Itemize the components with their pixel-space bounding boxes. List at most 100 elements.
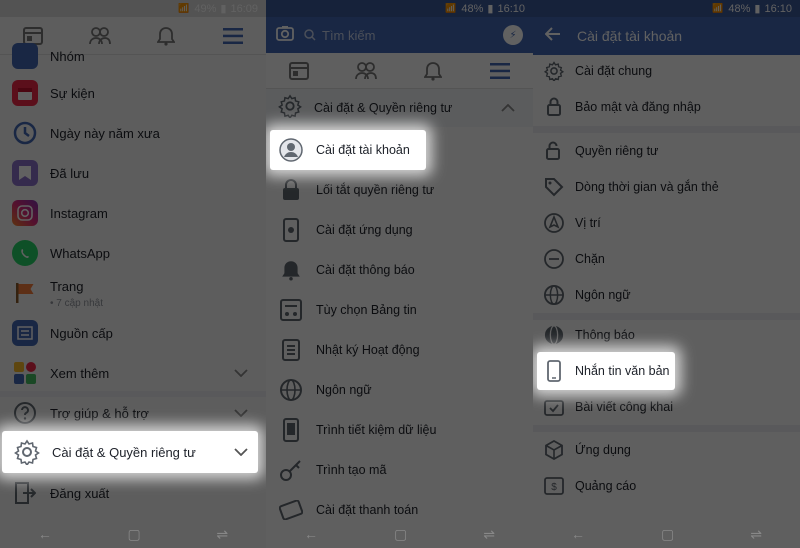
settings-item-code-generator[interactable]: Trình tạo mã — [266, 450, 533, 490]
account-item-privacy[interactable]: Quyền riêng tư — [533, 133, 800, 169]
settings-item-privacy-shortcuts[interactable]: Lối tắt quyền riêng tư — [266, 170, 533, 210]
app-bar: Cài đặt tài khoản — [533, 17, 800, 55]
activity-log-icon — [278, 337, 304, 363]
news-feed-icon[interactable] — [287, 59, 311, 83]
settings-item-label: Cài đặt ứng dụng — [316, 223, 413, 237]
menu-item-instagram[interactable]: Instagram — [0, 193, 266, 233]
account-item-timeline-tagging[interactable]: Dòng thời gian và gắn thẻ — [533, 169, 800, 205]
account-item-label: Thông báo — [575, 328, 635, 342]
signal-icon: 📶 — [712, 3, 725, 13]
account-item-text-messaging[interactable]: Nhắn tin văn bản — [537, 352, 675, 390]
chevron-down-icon — [234, 366, 248, 380]
settings-item-news-feed-preferences[interactable]: Tùy chọn Bảng tin — [266, 290, 533, 330]
back-icon[interactable]: ← — [571, 526, 585, 542]
account-settings-highlight: Cài đặt tài khoản — [270, 130, 426, 170]
menu-item-memories[interactable]: Ngày này năm xưa — [0, 113, 266, 153]
menu-item-groups[interactable]: Nhóm — [0, 36, 266, 76]
settings-item-account-settings[interactable]: Cài đặt tài khoản — [270, 130, 426, 170]
location-icon — [543, 212, 565, 234]
menu-item-pages[interactable]: Trang • 7 cập nhật — [0, 273, 266, 313]
settings-item-activity-log[interactable]: Nhật ký Hoạt động — [266, 330, 533, 370]
bell-icon[interactable] — [421, 59, 445, 83]
account-item-language[interactable]: Ngôn ngữ — [533, 277, 800, 313]
android-nav-bar: ← ▢ ⇌ — [533, 520, 800, 548]
android-nav-bar: ← ▢ ⇌ — [266, 520, 533, 548]
settings-privacy-screen: 📶 48% ▮ 16:10 Tìm kiếm ⚡ Cài đặt & Quyền… — [266, 0, 533, 548]
home-icon[interactable]: ▢ — [394, 526, 407, 543]
battery-icon: ▮ — [754, 3, 761, 15]
public-posts-icon — [543, 396, 565, 418]
menu-item-whatsapp[interactable]: WhatsApp — [0, 233, 266, 273]
settings-item-app-settings[interactable]: Cài đặt ứng dụng — [266, 210, 533, 250]
bell-icon — [278, 257, 304, 283]
menu-item-feeds[interactable]: Nguồn cấp — [0, 313, 266, 353]
tab-bar — [266, 53, 533, 89]
see-more-icon — [12, 360, 38, 386]
status-bar: 📶 48% ▮ 16:10 — [266, 0, 533, 17]
shield-lock-icon — [543, 96, 565, 118]
account-item-apps[interactable]: Ứng dụng — [533, 432, 800, 468]
menu-item-events[interactable]: Sự kiện — [0, 73, 266, 113]
account-item-blocking[interactable]: Chặn — [533, 241, 800, 277]
saved-icon — [12, 160, 38, 186]
status-bar: 📶 49% ▮ 16:09 — [0, 0, 266, 17]
section-header-settings-privacy[interactable]: Cài đặt & Quyền riêng tư — [266, 89, 533, 127]
account-item-security-login[interactable]: Bảo mật và đăng nhập — [533, 89, 800, 125]
menu-icon[interactable] — [488, 59, 512, 83]
settings-item-language[interactable]: Ngôn ngữ — [266, 370, 533, 410]
battery-level: 48% — [461, 2, 484, 15]
settings-item-label: Nhật ký Hoạt động — [316, 343, 420, 357]
feed-prefs-icon — [278, 297, 304, 323]
android-nav-bar: ← ▢ ⇌ — [0, 520, 266, 548]
recents-icon[interactable]: ⇌ — [216, 526, 228, 543]
battery-level: 49% — [194, 2, 217, 15]
menu-item-label: WhatsApp — [50, 245, 110, 261]
privacy-lock-icon — [543, 140, 565, 162]
mobile-icon — [543, 360, 565, 382]
settings-item-label: Lối tắt quyền riêng tư — [316, 183, 435, 197]
clock: 16:10 — [764, 2, 792, 15]
home-icon[interactable]: ▢ — [128, 526, 141, 543]
account-item-ads[interactable]: $ Quảng cáo — [533, 468, 800, 504]
recents-icon[interactable]: ⇌ — [750, 526, 762, 543]
lock-icon — [278, 177, 304, 203]
account-item-general[interactable]: Cài đặt chung — [533, 53, 800, 89]
menu-item-see-more[interactable]: Xem thêm — [0, 353, 266, 393]
logout-icon — [12, 480, 38, 506]
camera-icon[interactable] — [276, 25, 294, 46]
friends-icon[interactable] — [354, 59, 378, 83]
menu-item-label: Đã lưu — [50, 165, 90, 181]
menu-item-logout[interactable]: Đăng xuất — [0, 473, 266, 513]
account-item-label: Vị trí — [575, 216, 601, 230]
menu-item-label: Instagram — [50, 205, 108, 221]
menu-item-label: Xem thêm — [50, 365, 110, 381]
settings-item-data-saver[interactable]: Trình tiết kiệm dữ liệu — [266, 410, 533, 450]
menu-item-settings-privacy[interactable]: Cài đặt & Quyền riêng tư — [2, 431, 258, 473]
account-item-notifications[interactable]: Thông báo — [533, 317, 800, 353]
menu-item-saved[interactable]: Đã lưu — [0, 153, 266, 193]
ads-icon: $ — [543, 475, 565, 497]
back-icon[interactable]: ← — [38, 526, 52, 542]
menu-item-label: Ngày này năm xưa — [50, 125, 160, 141]
settings-item-label: Trình tạo mã — [316, 463, 387, 477]
section-divider — [533, 425, 800, 432]
text-messaging-highlight: Nhắn tin văn bản — [537, 352, 675, 390]
clock: 16:09 — [230, 2, 258, 15]
back-icon[interactable]: ← — [304, 526, 318, 542]
recents-icon[interactable]: ⇌ — [483, 526, 495, 543]
menu-item-label: Trang — [50, 278, 84, 294]
section-title: Cài đặt & Quyền riêng tư — [314, 101, 453, 115]
battery-icon: ▮ — [220, 3, 227, 15]
menu-item-help[interactable]: Trợ giúp & hỗ trợ — [0, 393, 266, 433]
account-item-label: Bảo mật và đăng nhập — [575, 100, 701, 114]
messenger-icon[interactable]: ⚡ — [503, 25, 523, 45]
settings-item-notification-settings[interactable]: Cài đặt thông báo — [266, 250, 533, 290]
account-item-public-posts[interactable]: Bài viết công khai — [533, 389, 800, 425]
notification-globe-icon — [543, 324, 565, 346]
back-arrow-icon[interactable] — [544, 26, 561, 46]
search-input[interactable]: Tìm kiếm — [304, 28, 493, 43]
home-icon[interactable]: ▢ — [661, 526, 674, 543]
signal-icon: 📶 — [178, 3, 191, 13]
help-icon — [12, 400, 38, 426]
account-item-location[interactable]: Vị trí — [533, 205, 800, 241]
